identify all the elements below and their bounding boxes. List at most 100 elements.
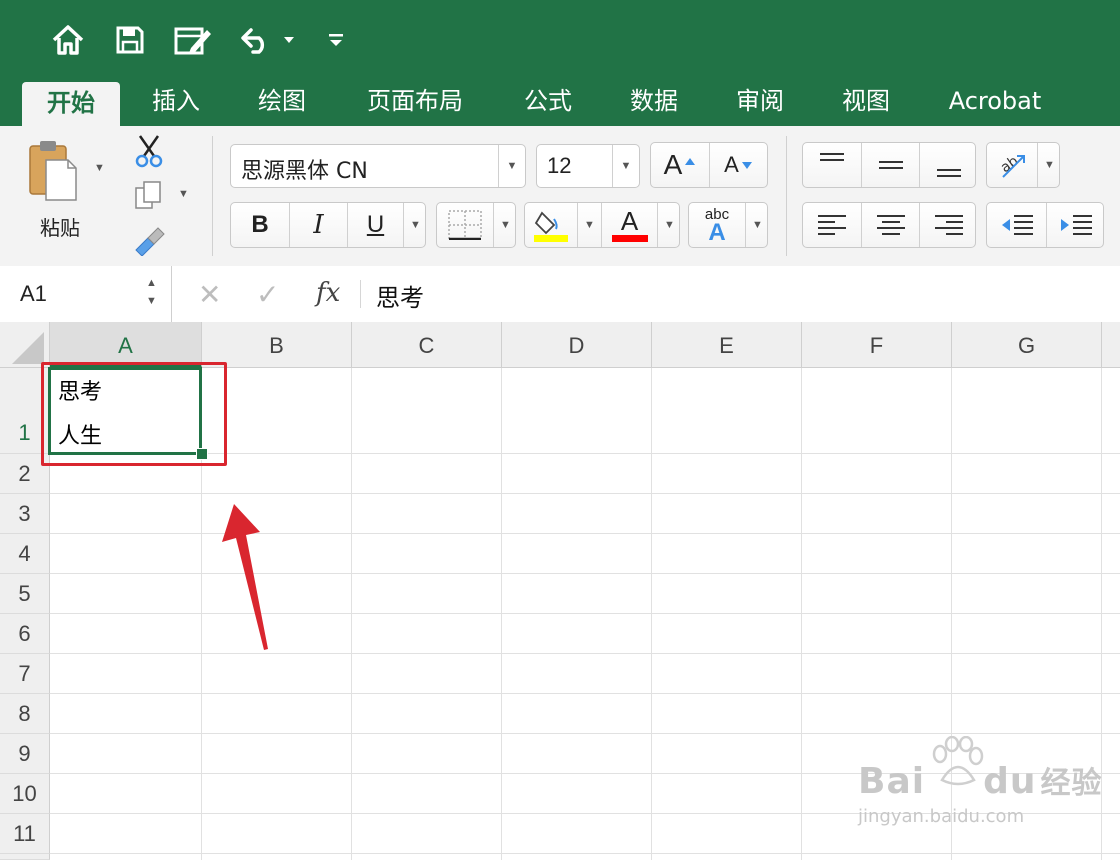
phonetic-group: abc A ▼	[688, 202, 768, 248]
font-color-glyph: A	[620, 205, 639, 236]
tab-home[interactable]: 开始	[22, 82, 120, 126]
tab-acrobat[interactable]: Acrobat	[936, 80, 1054, 126]
align-right-button[interactable]	[919, 203, 977, 247]
insert-function-button[interactable]: fx	[316, 278, 340, 308]
watermark-brand-2: du	[983, 761, 1037, 802]
name-box-spinner-icon[interactable]: ▲ ▼	[146, 274, 157, 310]
font-color-dropdown-icon[interactable]: ▼	[657, 203, 681, 247]
tab-data[interactable]: 数据	[618, 80, 690, 126]
orientation-dropdown-icon[interactable]: ▼	[1037, 143, 1061, 187]
decrease-indent-button[interactable]	[987, 203, 1046, 247]
row-header-4[interactable]: 4	[0, 534, 50, 574]
row-header-6[interactable]: 6	[0, 614, 50, 654]
indent-group	[986, 202, 1104, 248]
column-header-c[interactable]: C	[352, 322, 502, 368]
borders-dropdown-icon[interactable]: ▼	[493, 203, 517, 247]
gridline	[50, 573, 1120, 574]
gridline	[50, 493, 1120, 494]
increase-indent-button[interactable]	[1046, 203, 1105, 247]
text-orientation-button[interactable]: ab	[987, 143, 1037, 187]
save-icon[interactable]	[110, 22, 150, 58]
copy-icon[interactable]	[134, 180, 164, 217]
tab-review[interactable]: 审阅	[724, 80, 796, 126]
italic-button[interactable]: I	[289, 203, 347, 247]
gridline	[351, 368, 352, 860]
font-size-adjust-group: A A	[650, 142, 768, 188]
name-box[interactable]: A1 ▲ ▼	[0, 266, 172, 322]
edit-icon[interactable]	[170, 22, 216, 58]
paste-dropdown-icon[interactable]: ▼	[94, 162, 105, 174]
color-group: ▼ A ▼	[524, 202, 680, 248]
undo-icon[interactable]	[236, 22, 276, 58]
fill-color-dropdown-icon[interactable]: ▼	[577, 203, 601, 247]
customize-icon[interactable]	[324, 22, 348, 58]
borders-button[interactable]	[437, 203, 493, 247]
underline-dropdown-icon[interactable]: ▼	[403, 203, 427, 247]
paste-button[interactable]	[26, 138, 82, 208]
undo-dropdown-icon[interactable]	[280, 22, 298, 58]
bold-button[interactable]: B	[231, 203, 289, 247]
row-header-3[interactable]: 3	[0, 494, 50, 534]
fill-color-button[interactable]	[525, 203, 577, 247]
align-bottom-button[interactable]	[919, 143, 977, 187]
watermark-suffix: 经验	[1040, 766, 1103, 801]
orientation-group: ab ▼	[986, 142, 1060, 188]
ribbon: ▼ 粘贴 ▼ 思源黑体 CN ▼ 12 ▼ A A B I U ▼ ▼ ▼ A …	[0, 126, 1120, 267]
row-header-7[interactable]: 7	[0, 654, 50, 694]
gridline	[50, 853, 1120, 854]
tab-draw[interactable]: 绘图	[246, 80, 318, 126]
formula-bar: A1 ▲ ▼ ✕ ✓ fx 思考	[0, 266, 1120, 323]
vertical-align-group	[802, 142, 976, 188]
row-header-5[interactable]: 5	[0, 574, 50, 614]
ribbon-tab-bar: 开始 插入 绘图 页面布局 公式 数据 审阅 视图 Acrobat	[0, 80, 1120, 126]
align-center-button[interactable]	[861, 203, 919, 247]
row-header-8[interactable]: 8	[0, 694, 50, 734]
ribbon-separator	[786, 136, 787, 256]
gridline	[801, 368, 802, 860]
align-left-button[interactable]	[803, 203, 861, 247]
column-header-e[interactable]: E	[652, 322, 802, 368]
column-header-d[interactable]: D	[502, 322, 652, 368]
decrease-font-size-button[interactable]: A	[709, 143, 767, 187]
align-top-button[interactable]	[803, 143, 861, 187]
format-painter-icon[interactable]	[132, 224, 166, 261]
gridline	[50, 733, 1120, 734]
home-icon[interactable]	[48, 22, 88, 58]
row-header-11[interactable]: 11	[0, 814, 50, 854]
cut-icon[interactable]	[134, 134, 164, 173]
row-header-10[interactable]: 10	[0, 774, 50, 814]
tab-insert[interactable]: 插入	[140, 80, 212, 126]
column-header-g[interactable]: G	[952, 322, 1102, 368]
tab-formulas[interactable]: 公式	[512, 80, 584, 126]
gridline	[50, 613, 1120, 614]
gridline	[501, 368, 502, 860]
increase-font-size-button[interactable]: A	[651, 143, 709, 187]
row-header-9[interactable]: 9	[0, 734, 50, 774]
borders-group: ▼	[436, 202, 516, 248]
gridline	[651, 368, 652, 860]
enter-icon[interactable]: ✓	[256, 278, 279, 311]
column-header-f[interactable]: F	[802, 322, 952, 368]
chevron-down-icon[interactable]: ▼	[498, 145, 525, 187]
column-header-partial[interactable]	[1102, 322, 1120, 368]
copy-dropdown-icon[interactable]: ▼	[178, 188, 189, 200]
font-color-button[interactable]: A	[601, 203, 657, 247]
phonetic-dropdown-icon[interactable]: ▼	[745, 203, 769, 247]
align-middle-button[interactable]	[861, 143, 919, 187]
row-header-partial[interactable]	[0, 854, 50, 860]
formula-input[interactable]: 思考	[376, 278, 424, 313]
font-size-dropdown[interactable]: 12 ▼	[536, 144, 640, 188]
chevron-down-icon[interactable]: ▼	[612, 145, 639, 187]
tab-page-layout[interactable]: 页面布局	[352, 80, 478, 126]
annotation-highlight-box	[41, 362, 227, 466]
cancel-icon[interactable]: ✕	[198, 278, 221, 311]
underline-button[interactable]: U	[347, 203, 403, 247]
phonetic-guide-button[interactable]: abc A	[689, 203, 745, 247]
watermark-brand: Bai	[858, 761, 926, 802]
gridline	[50, 653, 1120, 654]
shrink-font-glyph: A	[724, 152, 739, 177]
title-bar	[0, 0, 1120, 80]
tab-view[interactable]: 视图	[830, 80, 902, 126]
font-name-dropdown[interactable]: 思源黑体 CN ▼	[230, 144, 526, 188]
paste-label: 粘贴	[40, 216, 80, 240]
